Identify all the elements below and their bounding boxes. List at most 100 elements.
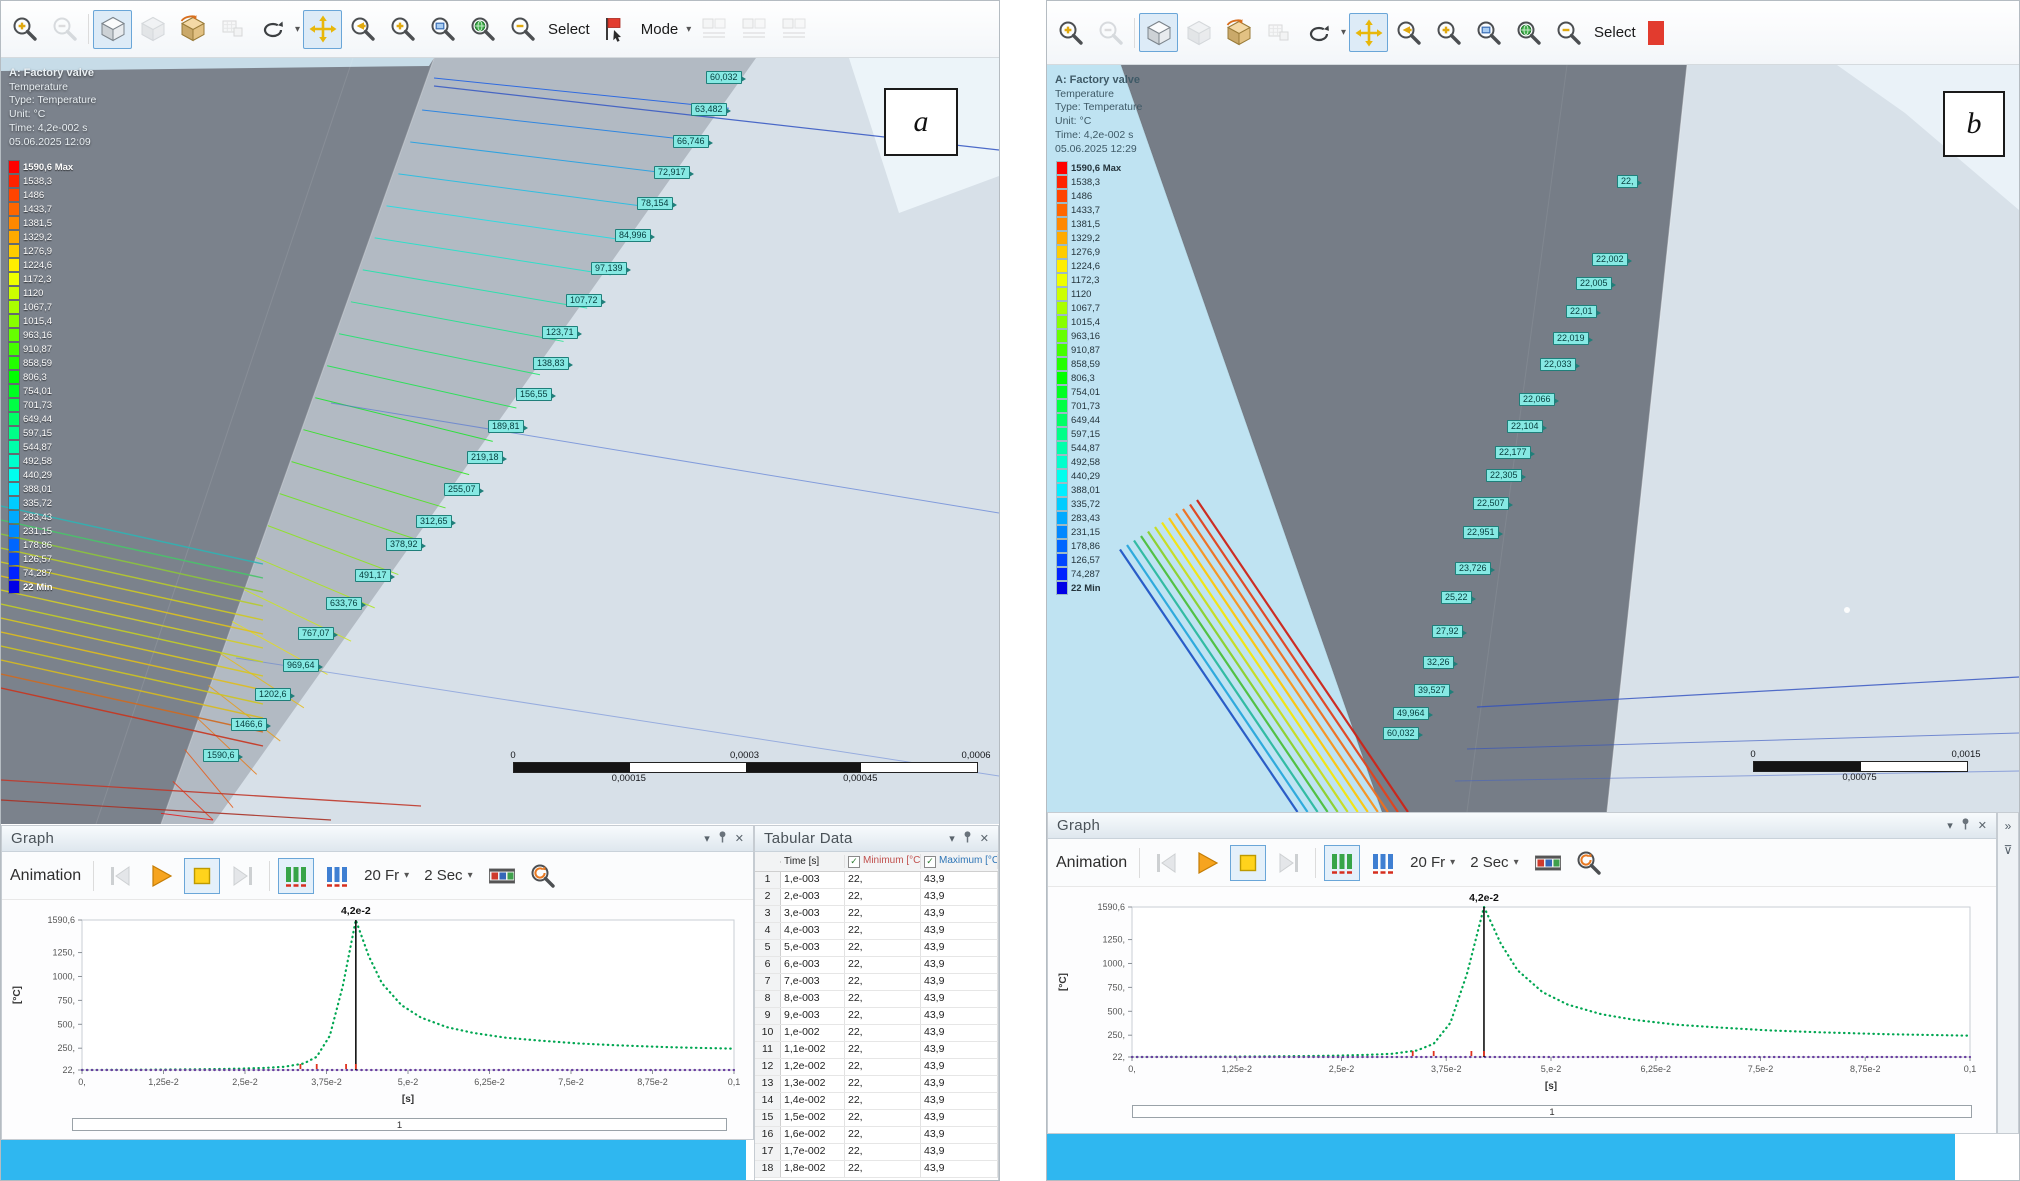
- table-cell[interactable]: 9,e-003: [781, 1008, 845, 1024]
- table-cell[interactable]: 43,9: [921, 974, 998, 990]
- probe-annotation[interactable]: 378,92: [386, 538, 422, 551]
- table-cell[interactable]: 1,3e-002: [781, 1076, 845, 1092]
- rotate-icon[interactable]: [1299, 13, 1338, 52]
- table-cell[interactable]: 43,9: [921, 957, 998, 973]
- probe-annotation[interactable]: 22,066: [1519, 393, 1555, 406]
- table-cell[interactable]: 22,: [845, 1025, 921, 1041]
- probe-annotation[interactable]: 22,305: [1486, 469, 1522, 482]
- zoom-in-2-icon[interactable]: [383, 10, 422, 49]
- probe-annotation[interactable]: 22,01: [1566, 305, 1597, 318]
- probe-annotation[interactable]: 22,177: [1495, 446, 1531, 459]
- duration-dropdown[interactable]: 2 Sec▾: [424, 867, 474, 884]
- tabular-grid[interactable]: Time [s]✓Minimum [°C]✓Maximum [°C]11,e-0…: [755, 852, 998, 1181]
- table-cell[interactable]: 43,9: [921, 1127, 998, 1143]
- table-row[interactable]: 33,e-00322,43,9: [755, 906, 998, 923]
- table-cell[interactable]: 22,: [845, 1127, 921, 1143]
- panel-menu-icon[interactable]: ▾: [1947, 819, 1953, 832]
- probe-annotation[interactable]: 1590,6: [203, 749, 239, 762]
- checkbox-checked-icon[interactable]: ✓: [924, 856, 936, 868]
- table-row[interactable]: 111,1e-00222,43,9: [755, 1042, 998, 1059]
- close-panel-icon[interactable]: ✕: [980, 832, 989, 845]
- rotate-icon[interactable]: [253, 10, 292, 49]
- probe-annotation[interactable]: 97,139: [591, 262, 627, 275]
- probe-annotation[interactable]: 22,951: [1463, 526, 1499, 539]
- table-row[interactable]: 99,e-00322,43,9: [755, 1008, 998, 1025]
- table-row[interactable]: 22,e-00322,43,9: [755, 889, 998, 906]
- probe-annotation[interactable]: 66,746: [673, 135, 709, 148]
- viewport-3d[interactable]: A: Factory valveTemperatureType: Tempera…: [1047, 65, 2019, 812]
- table-cell[interactable]: 22,: [845, 1110, 921, 1126]
- table-cell[interactable]: 22,: [845, 1059, 921, 1075]
- probe-annotation[interactable]: 27,92: [1432, 625, 1463, 638]
- table-cell[interactable]: 22,: [845, 872, 921, 888]
- table-cell[interactable]: 43,9: [921, 872, 998, 888]
- table-row[interactable]: 181,8e-00222,43,9: [755, 1161, 998, 1178]
- table-row[interactable]: 88,e-00322,43,9: [755, 991, 998, 1008]
- panel-menu-icon[interactable]: ▾: [949, 832, 955, 845]
- zoom-out-2-icon[interactable]: [503, 10, 542, 49]
- table-cell[interactable]: 22,: [845, 1042, 921, 1058]
- look-at-face-icon[interactable]: [173, 10, 212, 49]
- probe-annotation[interactable]: 49,964: [1393, 707, 1429, 720]
- export-video-button[interactable]: [1530, 845, 1566, 881]
- select-mode-icon[interactable]: [596, 10, 635, 49]
- table-row[interactable]: 66,e-00322,43,9: [755, 957, 998, 974]
- probe-annotation[interactable]: 78,154: [637, 197, 673, 210]
- pan-icon[interactable]: [303, 10, 342, 49]
- table-cell[interactable]: 43,9: [921, 923, 998, 939]
- table-cell[interactable]: 1,4e-002: [781, 1093, 845, 1109]
- table-cell[interactable]: 22,: [845, 1093, 921, 1109]
- table-cell[interactable]: 22,: [845, 940, 921, 956]
- previous-zoom-icon[interactable]: [343, 10, 382, 49]
- probe-annotation[interactable]: 107,72: [566, 294, 602, 307]
- checkbox-checked-icon[interactable]: ✓: [848, 856, 860, 868]
- probe-annotation[interactable]: 60,032: [1383, 727, 1419, 740]
- table-cell[interactable]: 43,9: [921, 1042, 998, 1058]
- probe-annotation[interactable]: 255,07: [444, 483, 480, 496]
- stop-button[interactable]: [1230, 845, 1266, 881]
- table-cell[interactable]: 43,9: [921, 1008, 998, 1024]
- table-cell[interactable]: 22,: [845, 1144, 921, 1160]
- table-cell[interactable]: 22,: [845, 906, 921, 922]
- table-cell[interactable]: 1,6e-002: [781, 1127, 845, 1143]
- probe-annotation[interactable]: 969,64: [283, 659, 319, 672]
- pin-panel-icon[interactable]: [717, 830, 728, 847]
- dropdown-caret-icon[interactable]: ▾: [295, 24, 300, 35]
- table-cell[interactable]: 43,9: [921, 1025, 998, 1041]
- probe-annotation[interactable]: 22,002: [1592, 253, 1628, 266]
- result-sets-button[interactable]: [278, 858, 314, 894]
- table-cell[interactable]: 22,: [845, 974, 921, 990]
- table-row[interactable]: 171,7e-00222,43,9: [755, 1144, 998, 1161]
- box-zoom-icon[interactable]: [1469, 13, 1508, 52]
- probe-annotation[interactable]: 32,26: [1423, 656, 1454, 669]
- table-row[interactable]: 77,e-00322,43,9: [755, 974, 998, 991]
- table-cell[interactable]: 1,e-003: [781, 872, 845, 888]
- table-cell[interactable]: 4,e-003: [781, 923, 845, 939]
- mode-label[interactable]: Mode: [641, 21, 679, 38]
- time-column-header[interactable]: Time [s]: [781, 855, 845, 868]
- pan-icon[interactable]: [1349, 13, 1388, 52]
- table-cell[interactable]: 22,: [845, 957, 921, 973]
- probe-annotation[interactable]: 72,917: [654, 166, 690, 179]
- table-row[interactable]: 141,4e-00222,43,9: [755, 1093, 998, 1110]
- table-cell[interactable]: 22,: [845, 923, 921, 939]
- table-row[interactable]: 131,3e-00222,43,9: [755, 1076, 998, 1093]
- table-cell[interactable]: 43,9: [921, 1161, 998, 1177]
- expand-panel-icon[interactable]: »: [2005, 819, 2012, 833]
- table-cell[interactable]: 43,9: [921, 1144, 998, 1160]
- table-cell[interactable]: 43,9: [921, 906, 998, 922]
- probe-annotation[interactable]: 22,005: [1576, 277, 1612, 290]
- probe-annotation[interactable]: 189,81: [488, 420, 524, 433]
- probe-annotation[interactable]: 1202,6: [255, 688, 291, 701]
- zoom-in-icon[interactable]: [5, 10, 44, 49]
- table-cell[interactable]: 1,1e-002: [781, 1042, 845, 1058]
- zoom-to-fit-icon[interactable]: [463, 10, 502, 49]
- table-row[interactable]: 121,2e-00222,43,9: [755, 1059, 998, 1076]
- table-cell[interactable]: 6,e-003: [781, 957, 845, 973]
- time-points-button[interactable]: [1365, 845, 1401, 881]
- pin-icon[interactable]: ⊽: [2004, 843, 2013, 857]
- close-panel-icon[interactable]: ✕: [1978, 819, 1987, 832]
- previous-zoom-icon[interactable]: [1389, 13, 1428, 52]
- zoom-to-fit-icon[interactable]: [1509, 13, 1548, 52]
- maximum-column-header[interactable]: ✓Maximum [°C]: [921, 854, 998, 869]
